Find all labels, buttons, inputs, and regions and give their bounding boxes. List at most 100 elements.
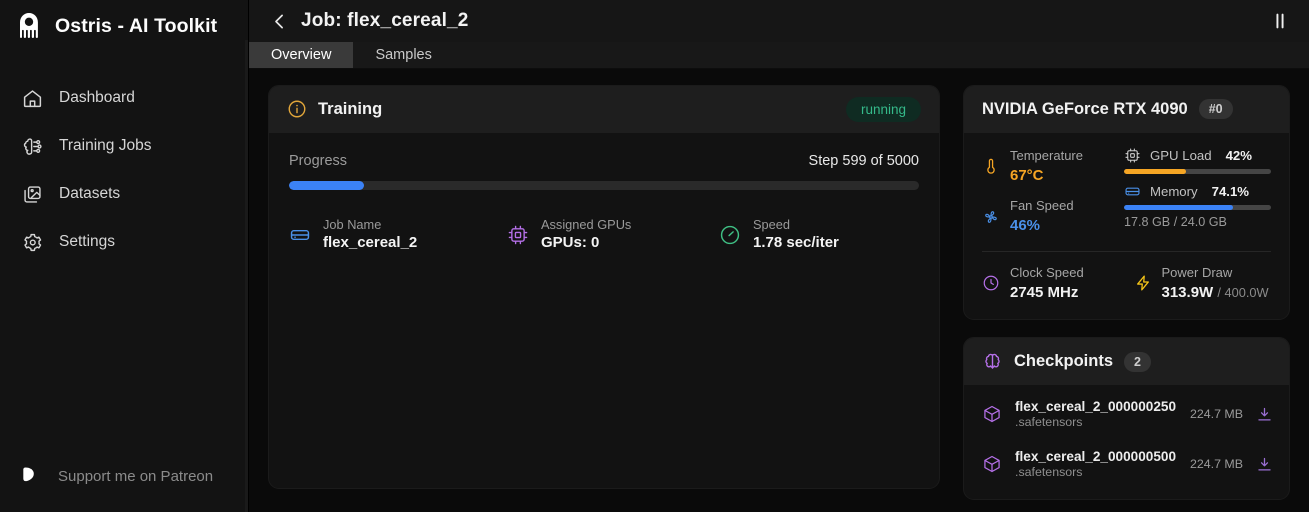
- stat-label: Assigned GPUs: [541, 216, 631, 233]
- tab-samples[interactable]: Samples: [353, 42, 453, 68]
- stat-value: flex_cereal_2: [323, 233, 417, 253]
- pause-icon[interactable]: [1267, 8, 1293, 34]
- gpu-card-body: Temperature 67°C: [964, 133, 1289, 319]
- gpu-name: NVIDIA GeForce RTX 4090: [982, 100, 1188, 119]
- brand[interactable]: Ostris - AI Toolkit: [0, 0, 248, 52]
- metric-clock-speed: Clock Speed 2745 MHz: [982, 264, 1120, 303]
- metric-memory: Memory 74.1% 17.8 GB / 24.0 GB: [1124, 183, 1271, 229]
- metric-label: Clock Speed: [1010, 264, 1084, 282]
- sidebar: Ostris - AI Toolkit Dashboard: [0, 0, 249, 512]
- content-area: Training running Progress Step 599 of 50…: [249, 69, 1309, 512]
- checkpoint-name: flex_cereal_2_000000250: [1015, 399, 1177, 414]
- brand-title: Ostris - AI Toolkit: [55, 15, 217, 38]
- checkpoint-name: flex_cereal_2_000000500: [1015, 449, 1177, 464]
- database-icon: [289, 224, 311, 246]
- gpu-load-label: GPU Load: [1150, 148, 1212, 163]
- gauge-icon: [719, 224, 741, 246]
- sidebar-item-label: Datasets: [59, 185, 120, 203]
- gear-icon: [22, 232, 43, 253]
- training-card: Training running Progress Step 599 of 50…: [268, 85, 940, 489]
- package-icon: [982, 404, 1002, 424]
- memory-bar-fill: [1124, 205, 1233, 210]
- checkpoint-extension: .safetensors: [1015, 465, 1177, 479]
- stat-assigned-gpus: Assigned GPUs GPUs: 0: [507, 216, 719, 254]
- gpu-load-bar-fill: [1124, 169, 1186, 174]
- training-card-header: Training running: [269, 86, 939, 133]
- stat-speed: Speed 1.78 sec/iter: [719, 216, 839, 254]
- memory-detail: 17.8 GB / 24.0 GB: [1124, 215, 1271, 229]
- ostris-logo-icon: [14, 11, 44, 41]
- training-card-title: Training: [318, 100, 382, 119]
- metric-power-draw: Power Draw 313.9W / 400.0W: [1134, 264, 1272, 303]
- main-region: Job: flex_cereal_2 Overview Samples: [249, 0, 1309, 512]
- gpu-card: NVIDIA GeForce RTX 4090 #0: [963, 85, 1290, 320]
- metric-temperature: Temperature 67°C: [982, 147, 1110, 186]
- images-icon: [22, 184, 43, 205]
- progress-bar-fill: [289, 181, 364, 190]
- gpu-index-badge: #0: [1199, 99, 1233, 119]
- download-icon[interactable]: [1256, 456, 1273, 473]
- checkpoint-extension: .safetensors: [1015, 415, 1177, 429]
- gpu-card-header: NVIDIA GeForce RTX 4090 #0: [964, 86, 1289, 133]
- sidebar-item-settings[interactable]: Settings: [0, 218, 248, 266]
- topbar: Job: flex_cereal_2: [249, 0, 1309, 42]
- clock-icon: [982, 274, 1000, 292]
- patreon-label: Support me on Patreon: [58, 468, 213, 485]
- home-icon: [22, 88, 43, 109]
- training-card-body: Progress Step 599 of 5000: [269, 133, 939, 254]
- memory-bar-track: [1124, 205, 1271, 210]
- sidebar-nav: Dashboard Training Jobs: [0, 74, 248, 266]
- progress-row: Progress Step 599 of 5000: [289, 153, 919, 169]
- power-draw-value: 313.9W: [1162, 284, 1214, 301]
- tab-overview[interactable]: Overview: [249, 42, 353, 68]
- metric-label: Temperature: [1010, 147, 1083, 165]
- sidebar-item-label: Training Jobs: [59, 137, 151, 155]
- checkpoint-size: 224.7 MB: [1190, 407, 1243, 421]
- metric-fan-speed: Fan Speed 46%: [982, 197, 1110, 236]
- sidebar-item-label: Settings: [59, 233, 115, 251]
- gpu-load-bar-track: [1124, 169, 1271, 174]
- memory-value: 74.1%: [1212, 184, 1249, 199]
- tabbar: Overview Samples: [249, 42, 1309, 69]
- checkpoints-list: flex_cereal_2_000000250 .safetensors 224…: [964, 385, 1289, 499]
- memory-label: Memory: [1150, 184, 1198, 199]
- training-stats-row: Job Name flex_cereal_2: [289, 216, 919, 254]
- sidebar-item-dashboard[interactable]: Dashboard: [0, 74, 248, 122]
- metric-gpu-load: GPU Load 42%: [1124, 147, 1271, 174]
- bolt-icon: [1134, 274, 1152, 292]
- checkpoint-row[interactable]: flex_cereal_2_000000500 .safetensors 224…: [964, 439, 1289, 489]
- right-column: NVIDIA GeForce RTX 4090 #0: [963, 85, 1290, 500]
- info-circle-icon: [287, 99, 307, 119]
- chip-icon: [1124, 147, 1141, 164]
- gpu-divider: [982, 251, 1271, 252]
- sidebar-scrollbar[interactable]: [245, 40, 248, 512]
- checkpoints-count: 2: [1124, 352, 1151, 372]
- sidebar-item-label: Dashboard: [59, 89, 135, 107]
- status-badge: running: [846, 97, 921, 122]
- cpu-chip-icon: [507, 224, 529, 246]
- checkpoints-title: Checkpoints: [1014, 352, 1113, 371]
- sidebar-item-datasets[interactable]: Datasets: [0, 170, 248, 218]
- stat-label: Job Name: [323, 216, 417, 233]
- checkpoint-size: 224.7 MB: [1190, 457, 1243, 471]
- chevron-left-icon[interactable]: [268, 10, 290, 32]
- patreon-support-link[interactable]: Support me on Patreon: [0, 462, 248, 512]
- progress-bar-track: [289, 181, 919, 190]
- checkpoint-row[interactable]: flex_cereal_2_000000250 .safetensors 224…: [964, 389, 1289, 439]
- page-title: Job: flex_cereal_2: [301, 10, 468, 32]
- metric-label: Power Draw: [1162, 264, 1269, 282]
- progress-label: Progress: [289, 153, 347, 169]
- metric-label: Fan Speed: [1010, 197, 1074, 215]
- sidebar-item-training-jobs[interactable]: Training Jobs: [0, 122, 248, 170]
- download-icon[interactable]: [1256, 406, 1273, 423]
- fan-icon: [982, 208, 1000, 226]
- checkpoints-card: Checkpoints 2 flex_: [963, 337, 1290, 500]
- gpu-load-value: 42%: [1226, 148, 1252, 163]
- metric-value: 2745 MHz: [1010, 282, 1084, 303]
- app-root: Ostris - AI Toolkit Dashboard: [0, 0, 1309, 512]
- stat-label: Speed: [753, 216, 839, 233]
- metric-value: 46%: [1010, 215, 1074, 236]
- metric-value: 67°C: [1010, 165, 1083, 186]
- left-column: Training running Progress Step 599 of 50…: [268, 85, 940, 489]
- stat-value: 1.78 sec/iter: [753, 233, 839, 253]
